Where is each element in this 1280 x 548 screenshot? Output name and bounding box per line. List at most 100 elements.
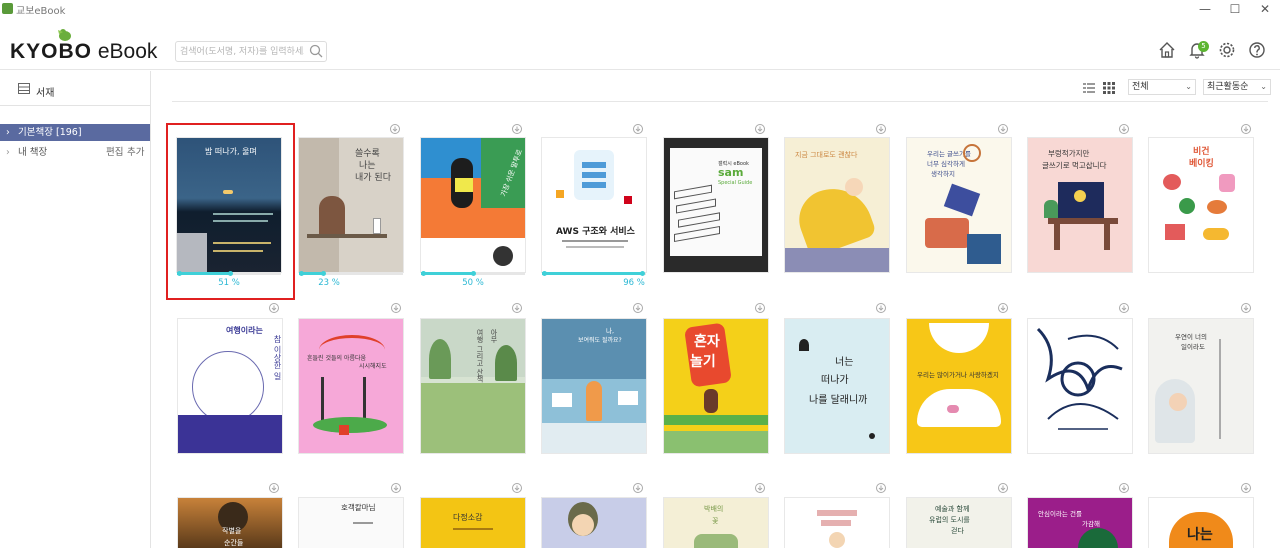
- download-icon[interactable]: [998, 483, 1008, 493]
- book-cover[interactable]: 여행 그리고 산책 아무: [421, 319, 525, 453]
- book-cover[interactable]: 혼자 놀기: [664, 319, 768, 453]
- download-icon[interactable]: [876, 303, 886, 313]
- chevron-down-icon: ⌄: [1185, 82, 1192, 91]
- maximize-button[interactable]: ☐: [1220, 0, 1250, 18]
- book-cover[interactable]: 갤럭시 eBook sam Special Guide: [664, 138, 768, 272]
- book-cover[interactable]: 예술과 함께 유럽의 도시를 걷다: [907, 498, 1011, 548]
- progress-bar: [299, 271, 403, 276]
- minimize-button[interactable]: —: [1190, 0, 1220, 18]
- progress-percent: 23 %: [318, 278, 340, 288]
- book-title: Special Guide: [718, 180, 753, 186]
- download-icon[interactable]: [633, 124, 643, 134]
- download-icon[interactable]: [1241, 483, 1251, 493]
- sidebar-item-basic-shelf[interactable]: › 기본책장 [196]: [0, 124, 150, 141]
- app-icon: [2, 3, 13, 14]
- book-illustration: [1036, 327, 1123, 430]
- download-icon[interactable]: [1241, 303, 1251, 313]
- download-icon[interactable]: [998, 303, 1008, 313]
- app-logo[interactable]: KYOBO eBook: [10, 40, 157, 64]
- download-icon[interactable]: [1241, 124, 1251, 134]
- download-icon[interactable]: [391, 483, 401, 493]
- download-icon[interactable]: [269, 483, 279, 493]
- book-cover[interactable]: 지금 그대로도 괜찮다: [785, 138, 889, 272]
- grid-view-icon[interactable]: [1103, 82, 1115, 94]
- help-icon[interactable]: [1247, 40, 1267, 60]
- book-cover[interactable]: 우리는 많이가거나 사랑하겠지: [907, 319, 1011, 453]
- book-cover[interactable]: 나, 보여줘도 될까요?: [542, 319, 646, 453]
- book-title: 흔들린 것들의 아름다움: [307, 355, 367, 362]
- download-icon[interactable]: [633, 303, 643, 313]
- download-icon[interactable]: [633, 483, 643, 493]
- book-title: ㅡ: [612, 508, 613, 509]
- download-icon[interactable]: [512, 124, 522, 134]
- book-title: 보여줘도 될까요?: [578, 337, 622, 344]
- download-icon[interactable]: [269, 303, 279, 313]
- book-title: 시시해지도: [359, 363, 387, 370]
- book-cover[interactable]: 호객칼마님: [299, 498, 403, 548]
- sidebar-item-label: 기본책장: [18, 127, 53, 138]
- search-icon[interactable]: [309, 44, 323, 58]
- filter-select[interactable]: 전체 ⌄: [1128, 79, 1196, 95]
- book-cover[interactable]: 가장 쉬운 말투로: [421, 138, 525, 272]
- edit-shelf-button[interactable]: 편집: [106, 144, 123, 161]
- download-icon[interactable]: [876, 483, 886, 493]
- download-icon[interactable]: [755, 124, 765, 134]
- book-cover[interactable]: 흔들린 것들의 아름다움 시시해지도: [299, 319, 403, 453]
- download-icon[interactable]: [755, 303, 765, 313]
- sidebar-item-my-shelf[interactable]: › 내 책장 편집 추가: [0, 144, 150, 161]
- book-title: 순간들: [224, 539, 244, 547]
- book-cover[interactable]: 비건 베이킹: [1149, 138, 1253, 272]
- download-icon[interactable]: [1119, 303, 1129, 313]
- home-icon[interactable]: [1157, 40, 1177, 60]
- add-shelf-button[interactable]: 추가: [127, 144, 144, 161]
- book-title: 우연이 너의: [1175, 333, 1207, 341]
- book-cover[interactable]: 쓸수록 나는 내가 된다: [299, 138, 403, 272]
- book-cover[interactable]: 다정소감: [421, 498, 525, 548]
- book-title: 박배의: [704, 505, 724, 513]
- progress-bar: [421, 271, 525, 276]
- search-box: [175, 41, 327, 62]
- book-title: 일이라도: [1181, 343, 1205, 351]
- book-cover[interactable]: 너는 떠나가 나를 달래니까: [785, 319, 889, 453]
- download-icon[interactable]: [390, 124, 400, 134]
- book-cover[interactable]: ㅡ: [1028, 319, 1132, 453]
- download-icon[interactable]: [876, 124, 886, 134]
- book-cover[interactable]: 우연이 너의 일이라도: [1149, 319, 1253, 453]
- chevron-right-icon: ›: [6, 127, 10, 138]
- download-icon[interactable]: [1119, 124, 1129, 134]
- shelf-header[interactable]: 서재: [0, 71, 150, 106]
- book-cover[interactable]: 우리는 글쓰기를 너무 심각하게 생각하지: [907, 138, 1011, 272]
- book-cover[interactable]: ㅡ: [785, 498, 889, 548]
- book-title: 글쓰기로 먹고삽니다: [1042, 161, 1107, 170]
- download-icon[interactable]: [755, 483, 765, 493]
- book-cover[interactable]: 안심이라는 건를 가감해: [1028, 498, 1132, 548]
- download-icon[interactable]: [998, 124, 1008, 134]
- book-title: 놀기: [690, 354, 716, 370]
- book-title: 나를 달래니까: [809, 395, 868, 406]
- close-button[interactable]: ✕: [1250, 0, 1280, 18]
- book-cover[interactable]: ㅡ: [542, 498, 646, 548]
- book-cover[interactable]: 나는: [1149, 498, 1253, 548]
- book-cover[interactable]: 부렁적가지만 글쓰기로 먹고삽니다: [1028, 138, 1132, 272]
- sort-select[interactable]: 최근활동순 ⌄: [1203, 79, 1271, 95]
- book-title: 여행 그리고 산책: [476, 329, 484, 383]
- download-icon[interactable]: [512, 303, 522, 313]
- book-title: 걷다: [951, 527, 964, 535]
- download-icon[interactable]: [1119, 483, 1129, 493]
- selected-book-highlight: [166, 123, 295, 300]
- download-icon[interactable]: [512, 483, 522, 493]
- book-cover[interactable]: 작별을 순간들: [178, 498, 282, 548]
- book-cover[interactable]: 박배의 꽃: [664, 498, 768, 548]
- book-title: 나,: [606, 327, 615, 335]
- gear-icon[interactable]: [1217, 40, 1237, 60]
- book-title: 너무 심각하게: [927, 160, 965, 168]
- book-title: 다정소감: [453, 513, 483, 522]
- download-icon[interactable]: [391, 303, 401, 313]
- progress-bar: [542, 271, 646, 276]
- book-cover[interactable]: 여행이라는 참 이상한 일: [178, 319, 282, 453]
- book-title: ㅡ: [855, 508, 856, 509]
- list-view-icon[interactable]: [1083, 82, 1095, 94]
- book-cover[interactable]: AWS 구조와 서비스: [542, 138, 646, 272]
- search-input[interactable]: [176, 42, 304, 61]
- book-title: 베이킹: [1189, 159, 1214, 169]
